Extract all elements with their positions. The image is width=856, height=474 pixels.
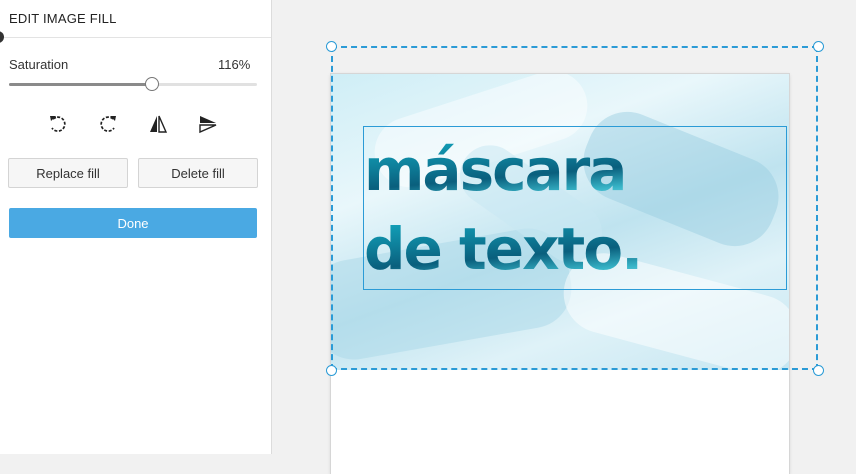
resize-handle-bottom-right[interactable] [813, 365, 824, 376]
panel-title: EDIT IMAGE FILL [9, 11, 117, 26]
image-selection-frame[interactable] [331, 46, 818, 370]
done-button[interactable]: Done [9, 208, 257, 238]
replace-fill-button[interactable]: Replace fill [8, 158, 128, 188]
flip-horizontal-button[interactable] [145, 111, 171, 137]
flip-vertical-icon [199, 116, 217, 134]
rotate-left-icon [50, 116, 66, 132]
resize-handle-top-left[interactable] [326, 41, 337, 52]
flip-vertical-button[interactable] [195, 111, 221, 137]
flip-horizontal-icon [150, 115, 168, 133]
rotate-right-button[interactable] [95, 111, 121, 137]
edit-image-fill-panel: EDIT IMAGE FILL Saturation 116% Replace … [0, 0, 272, 454]
rotate-left-button[interactable] [45, 111, 71, 137]
resize-handle-bottom-left[interactable] [326, 365, 337, 376]
saturation-slider-fill [9, 83, 152, 86]
delete-fill-button[interactable]: Delete fill [138, 158, 258, 188]
saturation-slider[interactable] [9, 77, 257, 93]
saturation-value: 116% [218, 57, 251, 72]
panel-header: EDIT IMAGE FILL [0, 0, 271, 38]
rotate-right-icon [100, 116, 116, 132]
resize-handle-top-right[interactable] [813, 41, 824, 52]
saturation-label: Saturation [9, 57, 69, 72]
saturation-slider-thumb[interactable] [144, 77, 159, 91]
